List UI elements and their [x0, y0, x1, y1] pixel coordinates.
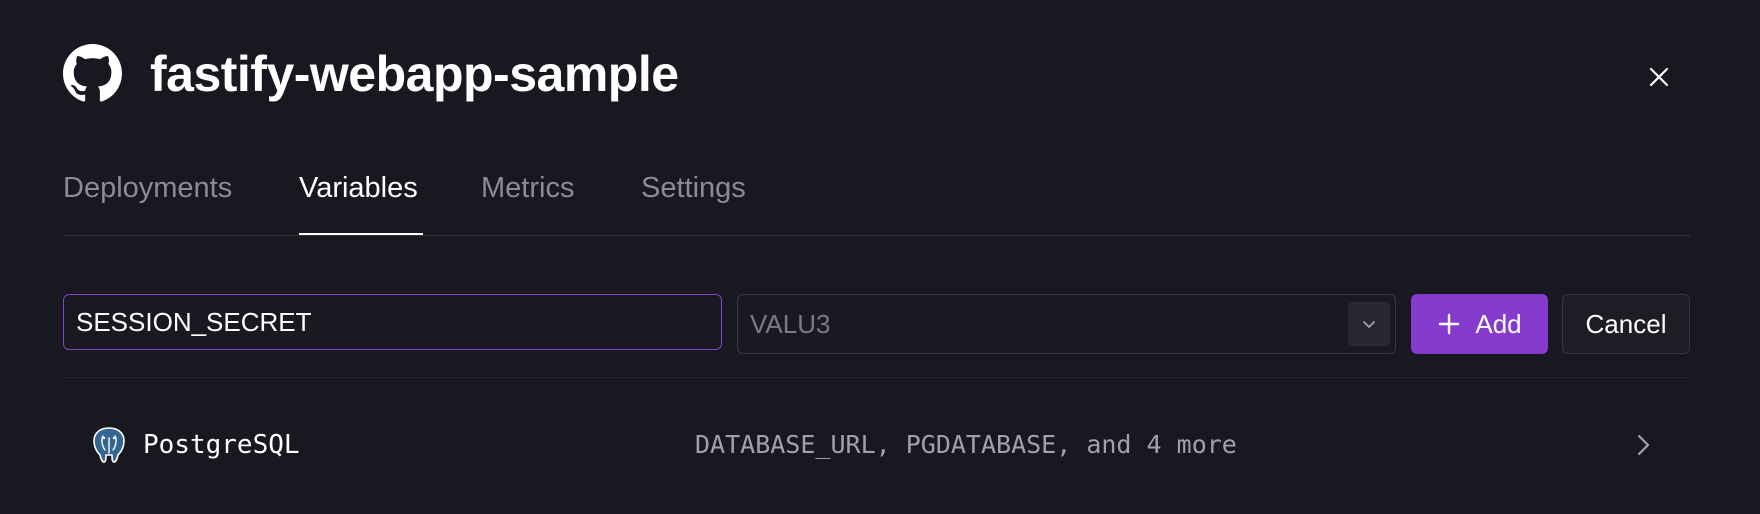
variable-value-field	[737, 294, 1396, 354]
add-button-label: Add	[1475, 308, 1522, 339]
add-variable-button[interactable]: Add	[1411, 294, 1548, 354]
section-divider	[63, 377, 1690, 378]
cancel-button[interactable]: Cancel	[1562, 294, 1690, 354]
tab-metrics[interactable]: Metrics	[481, 172, 574, 205]
chevron-down-icon	[1363, 321, 1375, 328]
active-tab-indicator	[299, 233, 423, 235]
variable-value-input[interactable]	[738, 295, 1362, 353]
github-icon	[63, 44, 122, 102]
tab-deployments[interactable]: Deployments	[63, 172, 232, 205]
tab-settings[interactable]: Settings	[641, 172, 746, 205]
variable-name-input[interactable]	[63, 294, 722, 350]
plugin-row-postgresql[interactable]: PostgreSQL DATABASE_URL, PGDATABASE, and…	[63, 410, 1690, 480]
service-header: fastify-webapp-sample	[63, 44, 679, 103]
new-variable-form: Add Cancel	[63, 294, 1690, 354]
close-button[interactable]	[1638, 56, 1680, 98]
service-panel: fastify-webapp-sample Deployments Variab…	[0, 0, 1760, 514]
plugin-variables-summary: DATABASE_URL, PGDATABASE, and 4 more	[695, 430, 1237, 459]
page-title: fastify-webapp-sample	[150, 45, 679, 102]
tab-variables[interactable]: Variables	[299, 172, 418, 205]
value-suggestions-dropdown-button[interactable]	[1348, 302, 1390, 346]
close-icon	[1649, 67, 1669, 87]
plugin-name: PostgreSQL	[143, 430, 300, 460]
chevron-right-icon	[1637, 434, 1650, 456]
plus-icon	[1439, 313, 1460, 335]
postgresql-icon	[93, 427, 125, 463]
tab-bar: Deployments Variables Metrics Settings	[63, 150, 1690, 236]
